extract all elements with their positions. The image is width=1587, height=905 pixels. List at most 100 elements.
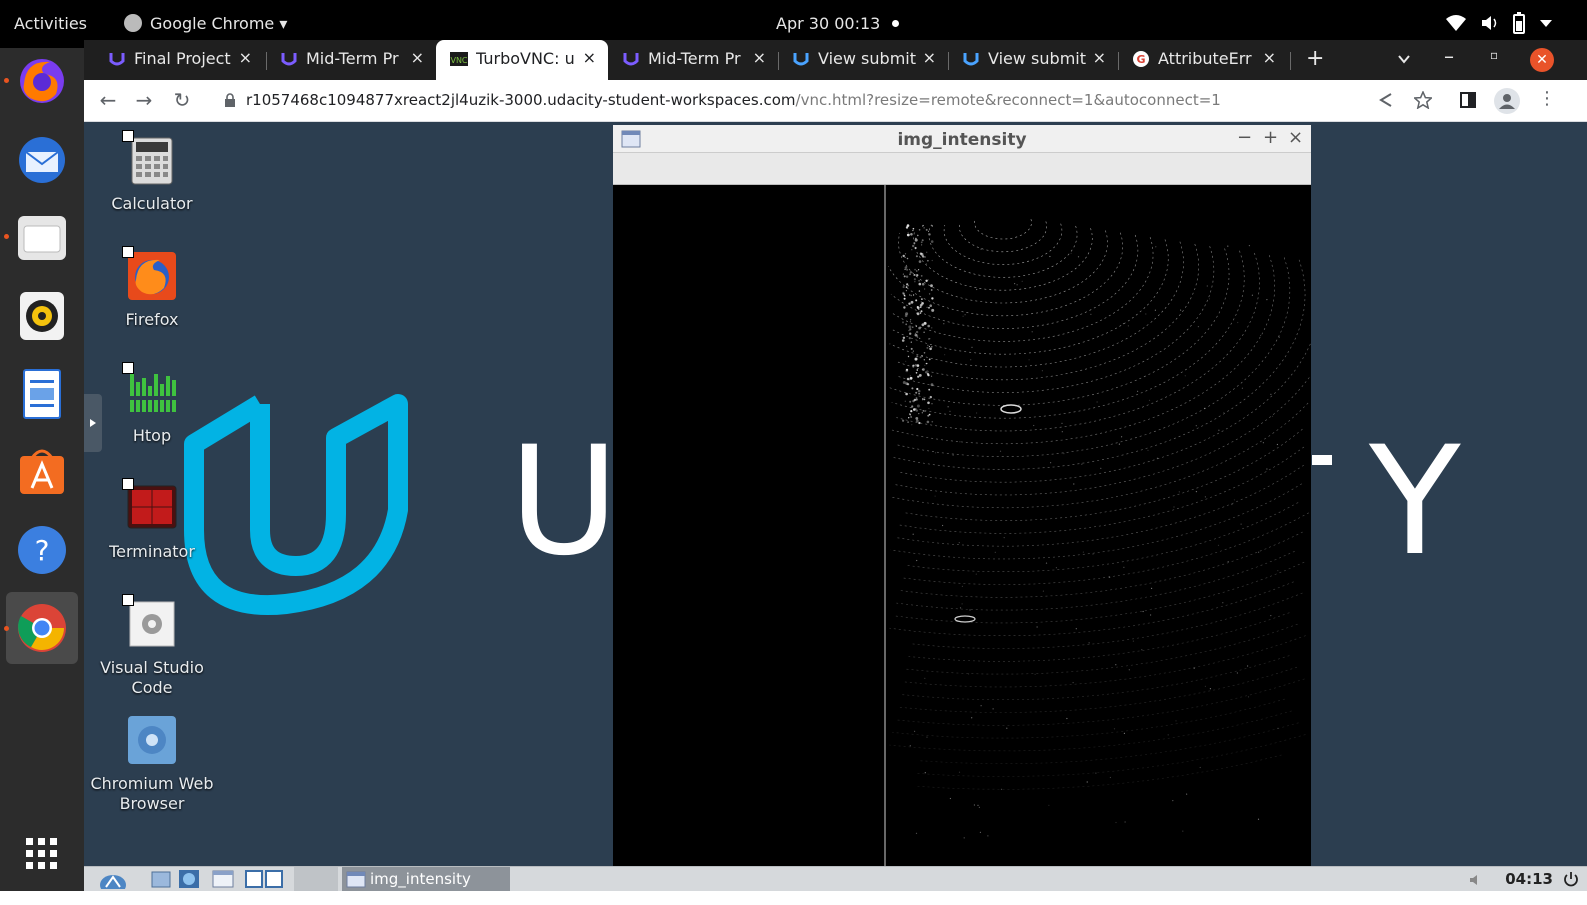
chrome-icon[interactable] [16, 602, 68, 654]
taskbar-item-img-intensity[interactable]: img_intensity [342, 867, 510, 892]
window-app-icon [346, 871, 366, 888]
close-icon[interactable]: × [753, 48, 766, 67]
firefox-icon[interactable] [16, 54, 68, 106]
tab-title: View submit [988, 49, 1086, 68]
tab-turbovnc[interactable]: VNC TurboVNC: u × [436, 40, 608, 80]
share-icon[interactable] [1378, 92, 1394, 108]
profile-avatar-icon[interactable] [1494, 88, 1520, 114]
new-tab-button[interactable]: + [1306, 46, 1324, 71]
window-titlebar[interactable]: img_intensity − + × [613, 125, 1311, 153]
desktop-icon-label: Terminator [109, 542, 195, 561]
forward-icon[interactable]: → [132, 88, 156, 112]
tab-mid-term-2[interactable]: Mid-Term Pr × [608, 40, 778, 78]
side-panel-icon[interactable] [1460, 92, 1476, 108]
url-path: /vnc.html?resize=remote&reconnect=1&auto… [795, 91, 1221, 109]
panel-clock[interactable]: 04:13 [1505, 870, 1553, 888]
close-icon[interactable]: × [411, 48, 424, 67]
window-close-button[interactable]: × [1288, 127, 1303, 148]
desktop-icon-chromium[interactable]: Chromium Web Browser [84, 714, 222, 814]
minimize-window-icon[interactable]: – [1444, 44, 1454, 68]
close-window-icon[interactable]: ✕ [1530, 48, 1554, 72]
tab-search-chevron-icon[interactable] [1398, 54, 1410, 64]
tab-view-submit-2[interactable]: View submit × [948, 40, 1118, 78]
img-intensity-window: img_intensity − + × [613, 125, 1311, 866]
workspace-empty-slot[interactable] [294, 867, 338, 892]
shortcut-arrow-icon [122, 130, 134, 142]
wallpaper-letter-u: U [509, 415, 619, 589]
browser-launcher-icon[interactable] [178, 869, 200, 889]
app-menu[interactable]: Google Chrome ▾ [150, 14, 287, 33]
wifi-icon[interactable] [1446, 14, 1466, 32]
window-launcher-icon[interactable] [212, 869, 234, 889]
reload-icon[interactable]: ↻ [170, 88, 194, 112]
tab-title: Mid-Term Pr [306, 49, 399, 68]
chevron-down-icon[interactable] [1540, 18, 1552, 28]
close-icon[interactable]: × [1263, 48, 1276, 67]
tab-title: View submit [818, 49, 916, 68]
chrome-menu-icon[interactable]: ⋮ [1538, 88, 1556, 109]
vnc-bottom-panel: img_intensity 04:13 [84, 866, 1587, 892]
bookmark-star-icon[interactable] [1414, 91, 1432, 109]
chrome-small-icon [124, 14, 142, 32]
wallpaper-letter-y: Y [1369, 415, 1461, 589]
tab-final-project[interactable]: Final Project × [94, 40, 264, 78]
google-icon: G [1133, 51, 1149, 67]
close-icon[interactable]: × [583, 48, 596, 67]
window-toolbar [613, 153, 1311, 185]
desktop-icon-label: Visual Studio Code [100, 658, 204, 697]
desktop-icon-terminator[interactable]: Terminator [84, 478, 222, 562]
tab-mid-term-1[interactable]: Mid-Term Pr × [266, 40, 436, 78]
writer-icon[interactable] [16, 368, 68, 420]
vnc-desktop: U Y Calculator Firefox Htop Terminator V… [84, 122, 1587, 866]
close-icon[interactable]: × [1093, 48, 1106, 67]
tab-title: TurboVNC: u [476, 49, 575, 68]
app-grid-icon[interactable] [16, 828, 68, 880]
desktop-icon-htop[interactable]: Htop [84, 362, 222, 446]
back-icon[interactable]: ← [96, 88, 120, 112]
rhythmbox-icon[interactable] [16, 290, 68, 342]
taskbar-item-label: img_intensity [370, 870, 471, 888]
files-icon[interactable] [16, 212, 68, 264]
close-icon[interactable]: × [239, 48, 252, 67]
window-title: img_intensity [897, 130, 1027, 150]
shortcut-arrow-icon [122, 246, 134, 258]
file-manager-icon[interactable] [150, 869, 172, 889]
tab-title: AttributeErr [1158, 49, 1252, 68]
running-indicator [4, 626, 9, 631]
screen: Activities Google Chrome ▾ Apr 30 00:13 … [0, 0, 1587, 905]
url-host: r1057468c1094877xreact2jl4uzik-3000.udac… [246, 91, 796, 109]
software-icon[interactable] [16, 446, 68, 498]
udacity-icon [623, 53, 639, 66]
activities-button[interactable]: Activities [14, 14, 87, 33]
udacity-icon [963, 53, 979, 66]
thunderbird-icon[interactable] [16, 134, 68, 186]
vnc-icon: VNC [450, 52, 468, 66]
svg-text:?: ? [35, 534, 50, 567]
panel-volume-icon[interactable] [1469, 873, 1483, 887]
volume-icon[interactable] [1480, 14, 1500, 32]
close-icon[interactable]: × [923, 48, 936, 67]
clock-datetime[interactable]: Apr 30 00:13 [776, 14, 880, 33]
ubuntu-dock: ? [0, 48, 84, 905]
help-icon[interactable]: ? [16, 524, 68, 576]
screen-bottom-margin [0, 891, 1587, 905]
power-icon[interactable] [1563, 871, 1579, 887]
address-bar[interactable]: r1057468c1094877xreact2jl4uzik-3000.udac… [246, 91, 1221, 109]
lock-icon[interactable] [224, 93, 236, 107]
tab-title: Mid-Term Pr [648, 49, 741, 68]
desktop-icon-firefox[interactable]: Firefox [84, 246, 222, 330]
lidar-intensity-image [884, 185, 1311, 866]
start-menu-icon[interactable] [98, 869, 128, 889]
window-maximize-button[interactable]: + [1263, 127, 1278, 148]
battery-icon[interactable] [1512, 12, 1526, 34]
desktop-icon-label: Chromium Web Browser [90, 774, 214, 813]
window-minimize-button[interactable]: − [1237, 127, 1252, 148]
workspace-switcher-icon[interactable] [244, 869, 284, 889]
desktop-icon-calculator[interactable]: Calculator [84, 130, 222, 214]
desktop-icon-vscode[interactable]: Visual Studio Code [84, 594, 222, 698]
restore-window-icon[interactable]: ▫ [1490, 48, 1498, 62]
tab-view-submit-1[interactable]: View submit × [778, 40, 948, 78]
shortcut-arrow-icon [122, 594, 134, 606]
tab-attribute-error[interactable]: G AttributeErr × [1118, 40, 1288, 78]
wallpaper-letter-fragment [1312, 455, 1332, 465]
